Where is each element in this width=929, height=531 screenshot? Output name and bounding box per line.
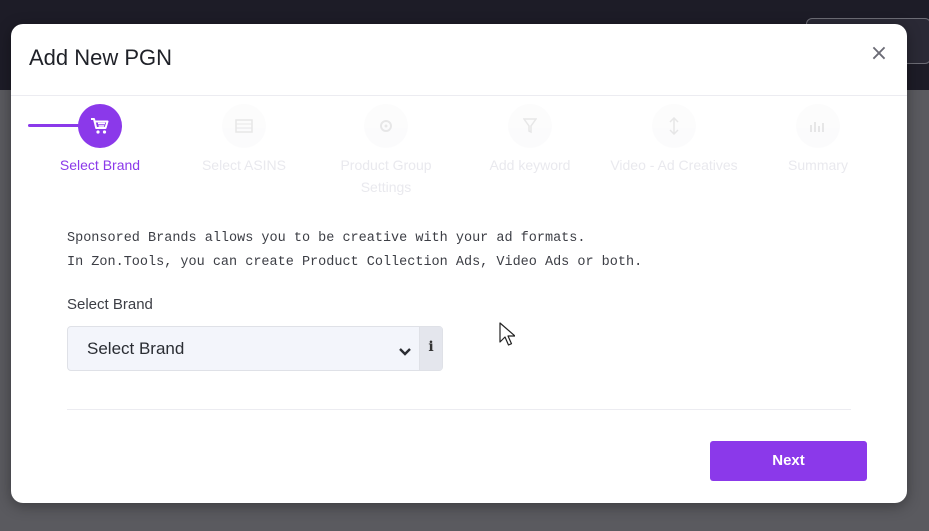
add-pgn-modal: Add New PGN × Select Brand Select ASINS xyxy=(11,24,907,503)
cart-icon xyxy=(78,104,122,148)
step-video-ad-creatives[interactable]: Video - Ad Creatives xyxy=(609,100,739,176)
close-button[interactable]: × xyxy=(867,42,891,66)
info-icon[interactable]: i xyxy=(419,327,442,370)
intro-text: Sponsored Brands allows you to be creati… xyxy=(67,227,767,275)
next-button[interactable]: Next xyxy=(710,441,867,481)
intro-line: In Zon.Tools, you can create Product Col… xyxy=(67,255,643,270)
stepper: Select Brand Select ASINS Product Group … xyxy=(11,100,907,200)
sort-icon xyxy=(652,104,696,148)
modal-header: Add New PGN × xyxy=(11,24,907,96)
brand-field-label: Select Brand xyxy=(67,296,153,313)
step-label: Select ASINS xyxy=(201,157,287,173)
step-label: Product Group Settings xyxy=(340,157,432,195)
modal-title: Add New PGN xyxy=(29,45,173,70)
step-label: Summary xyxy=(788,157,848,173)
bar-chart-icon xyxy=(796,104,840,148)
divider xyxy=(67,409,851,410)
step-add-keyword[interactable]: Add keyword xyxy=(465,100,595,176)
step-select-brand[interactable]: Select Brand xyxy=(35,100,165,176)
step-label: Add keyword xyxy=(489,157,571,173)
intro-line: Sponsored Brands allows you to be creati… xyxy=(67,231,586,246)
mouse-pointer-icon xyxy=(499,322,516,352)
table-icon xyxy=(222,104,266,148)
step-product-group-settings[interactable]: Product Group Settings xyxy=(321,100,451,198)
step-label: Video - Ad Creatives xyxy=(610,157,738,173)
filter-icon xyxy=(508,104,552,148)
step-summary[interactable]: Summary xyxy=(753,100,883,176)
brand-select-value: Select Brand xyxy=(87,339,185,358)
step-select-asins[interactable]: Select ASINS xyxy=(179,100,309,176)
gear-icon xyxy=(364,104,408,148)
step-label: Select Brand xyxy=(59,157,141,173)
chevron-down-icon xyxy=(398,342,412,361)
brand-select[interactable]: Select Brand i xyxy=(67,326,443,371)
